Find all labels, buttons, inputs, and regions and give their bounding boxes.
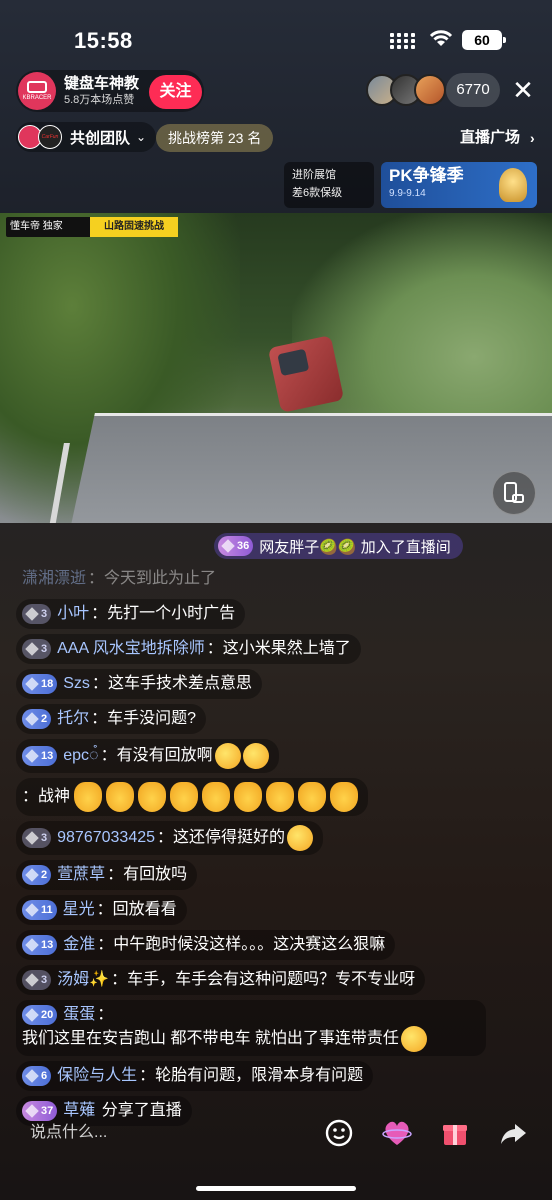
- clap-emoji-icon: [266, 782, 295, 812]
- level-badge: 13: [22, 746, 58, 766]
- host-name: 键盘车神教: [64, 75, 140, 92]
- pk-card[interactable]: PK争锋季 9.9-9.14: [381, 162, 537, 208]
- clap-emoji-icon: [234, 782, 263, 812]
- comment-input[interactable]: 说点什么...: [14, 1112, 304, 1154]
- clap-emoji-icon: [106, 782, 135, 812]
- join-banner-text: 网友胖子🥝🥝 加入了直播间: [259, 538, 451, 556]
- list-item: 2 托尔：车手没问题?: [16, 704, 207, 734]
- list-item: ：战神: [16, 778, 369, 816]
- crying-emoji-icon: [400, 1026, 427, 1052]
- clap-emoji-icon: [330, 782, 359, 812]
- list-item: 13 金准：中午跑时候没这样。。。这决赛这么狠嘛: [16, 930, 396, 960]
- list-item: 3 汤姆✨：车手，车手会有这种问题吗？专不专业呀: [16, 965, 426, 995]
- team-logo-text: CarFun: [38, 125, 62, 149]
- team-logo: CarFun: [18, 125, 64, 149]
- clap-emoji-icon: [202, 782, 231, 812]
- level-badge: 13: [22, 935, 58, 955]
- challenge-rank[interactable]: 挑战榜第 23 名: [156, 124, 274, 152]
- live-video[interactable]: 懂车帝 独家 山路固速挑战: [0, 213, 552, 523]
- level-badge: 11: [22, 900, 57, 920]
- level-badge: 3: [22, 604, 52, 624]
- share-icon[interactable]: [496, 1116, 530, 1150]
- list-item: 3 小叶：先打一个小时广告: [16, 599, 246, 629]
- list-item: 13 epc◌̊：有没有回放啊: [16, 739, 279, 773]
- clap-emoji-icon: [74, 782, 103, 812]
- clap-emoji-icon: [298, 782, 327, 812]
- list-item: 3 98767033425：这还停得挺好的: [16, 821, 324, 855]
- host-avatar[interactable]: KBRACER: [18, 72, 56, 110]
- clap-emoji-icon: [138, 782, 167, 812]
- chat-list[interactable]: 潇湘漂逝：今天到此为止了 3 小叶：先打一个小时广告 3 AAA 风水宝地拆除师：这…: [16, 564, 536, 1131]
- live-square-link[interactable]: 直播广场 ›: [448, 124, 535, 152]
- crashed-car: [267, 335, 345, 413]
- rotate-screen-icon[interactable]: [492, 471, 536, 515]
- list-item: 潇湘漂逝：今天到此为止了: [22, 570, 217, 587]
- list-item: 6 保险与人生：轮胎有问题，限滑本身有问题: [16, 1061, 374, 1091]
- signal-icon: [390, 33, 415, 49]
- follow-button[interactable]: 关注: [149, 75, 202, 109]
- status-bar: 15:58 60: [0, 0, 552, 66]
- gift-icon[interactable]: [438, 1116, 472, 1150]
- clap-emoji-icon: [170, 782, 199, 812]
- live-square-label: 直播广场: [460, 129, 521, 146]
- upgrade-card[interactable]: 进阶展馆 差6款保级: [284, 162, 374, 208]
- level-badge: 2: [22, 709, 52, 729]
- host-avatar-text: KBRACER: [22, 95, 52, 101]
- viewer-count[interactable]: 6770: [446, 73, 500, 107]
- heart-gift-icon[interactable]: [380, 1116, 414, 1150]
- viewer-avatars[interactable]: [366, 74, 446, 106]
- road: [65, 413, 552, 523]
- trophy-icon: [499, 168, 527, 202]
- broadcast-logo-right: 山路固速挑战: [90, 217, 178, 237]
- team-name: 共创团队: [70, 129, 131, 147]
- wifi-icon: [428, 28, 454, 53]
- host-likes: 5.8万本场点赞: [64, 94, 135, 106]
- level-badge: 3: [22, 828, 52, 848]
- keyboard-icon: [27, 81, 47, 93]
- crying-emoji-icon: [214, 743, 241, 769]
- upgrade-line2: 差6款保级: [292, 187, 343, 199]
- broadcast-logo: 懂车帝 独家 山路固速挑战: [6, 217, 178, 237]
- list-item: 18 Szs：这车手技术差点意思: [16, 669, 262, 699]
- battery-icon: 60: [462, 30, 506, 50]
- crying-emoji-icon: [242, 743, 269, 769]
- home-indicator[interactable]: [196, 1186, 356, 1191]
- level-badge: 6: [22, 1066, 52, 1086]
- list-item: 11 星光：回放看看: [16, 895, 187, 925]
- level-badge: 3: [22, 639, 52, 659]
- list-item: 3 AAA 风水宝地拆除师：这小米果然上墙了: [16, 634, 361, 664]
- level-badge: 3: [22, 970, 52, 990]
- bottom-bar: 说点什么...: [0, 1104, 552, 1164]
- level-badge: 18: [22, 674, 58, 694]
- chevron-right-icon: ›: [530, 130, 535, 146]
- emoji-icon[interactable]: [322, 1116, 356, 1150]
- chevron-down-icon: ⌄: [136, 130, 147, 144]
- level-badge: 20: [22, 1005, 58, 1025]
- join-banner: 36 网友胖子🥝🥝 加入了直播间: [214, 533, 463, 559]
- broadcast-logo-left: 懂车帝 独家: [6, 217, 90, 237]
- level-badge: 36: [218, 536, 254, 556]
- list-item: 2 萱蔗草：有回放吗: [16, 860, 198, 890]
- level-badge: 2: [22, 865, 52, 885]
- avatar[interactable]: [414, 74, 446, 106]
- close-icon[interactable]: ✕: [508, 74, 538, 106]
- crying-emoji-icon: [287, 825, 314, 851]
- team-badge[interactable]: CarFun 共创团队 ⌄: [16, 122, 157, 152]
- list-item: 20 蛋蛋：我们这里在安吉跑山 都不带电车 就怕出了事连带责任: [16, 1000, 486, 1056]
- upgrade-line1: 进阶展馆: [292, 169, 336, 181]
- status-time: 15:58: [74, 28, 133, 53]
